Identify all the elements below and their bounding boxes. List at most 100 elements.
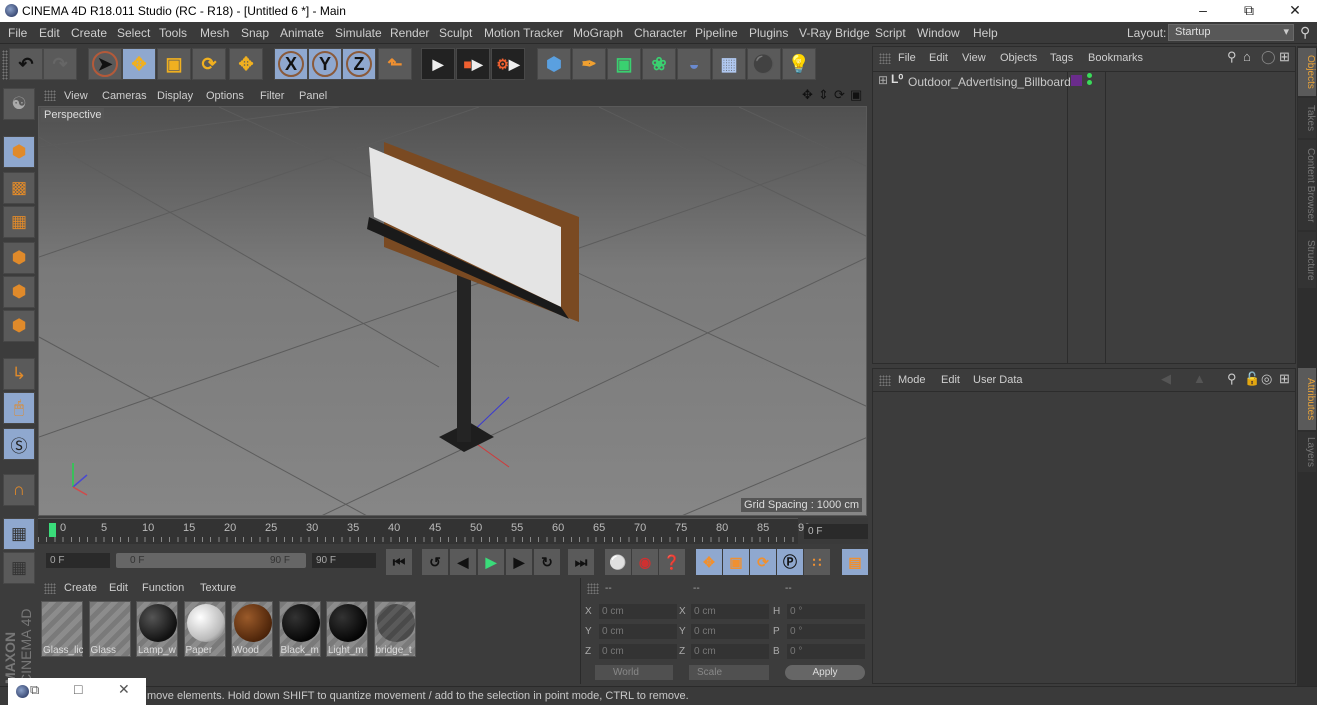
start-frame-field[interactable]: 0 F <box>46 553 110 568</box>
autokeying-icon[interactable]: ◉ <box>632 549 658 575</box>
camera-label[interactable]: Perspective <box>41 108 105 122</box>
timeline-window-icon[interactable]: ▤ <box>842 549 868 575</box>
material-menu-texture[interactable]: Texture <box>200 582 236 594</box>
menu-help[interactable]: Help <box>973 26 998 40</box>
search-icon[interactable]: ⚲ <box>1300 24 1310 41</box>
attributes-new-window-icon[interactable]: ⊞ <box>1279 371 1290 387</box>
coord-value-field[interactable]: 0 ° <box>787 644 865 659</box>
attributes-menu-mode[interactable]: Mode <box>898 374 926 386</box>
object-name[interactable]: Outdoor_Advertising_Billboard <box>908 75 1071 89</box>
restore-button[interactable]: ⧉ <box>1226 0 1272 22</box>
go-to-end-icon[interactable]: ⏭ <box>568 549 594 575</box>
rotate-icon[interactable]: ⟳ <box>192 48 226 80</box>
material-swatch[interactable]: Glass <box>88 601 131 657</box>
viewport-rotate-icon[interactable]: ⟳ <box>834 87 845 103</box>
render-view-icon[interactable]: ▶ <box>421 48 455 80</box>
objects-menu-bookmarks[interactable]: Bookmarks <box>1088 52 1143 64</box>
layout-select[interactable]: Startup <box>1168 24 1294 41</box>
objects-new-window-icon[interactable]: ⊞ <box>1279 49 1290 65</box>
menu-file[interactable]: File <box>8 26 27 40</box>
coordinate-system-icon[interactable]: ⬑ <box>378 48 412 80</box>
material-swatch[interactable]: Black_m <box>278 601 321 657</box>
material-swatch[interactable]: Paper <box>183 601 226 657</box>
menu-script[interactable]: Script <box>875 26 906 40</box>
record-position-icon[interactable]: ✥ <box>696 549 722 575</box>
expand-icon[interactable]: ⊞ <box>878 73 888 87</box>
coord-value-field[interactable]: 0 ° <box>787 624 865 639</box>
snap-icon[interactable]: ∩ <box>3 474 35 506</box>
workplane-mode-icon[interactable]: ▦ <box>3 206 35 238</box>
menu-plugins[interactable]: Plugins <box>749 26 788 40</box>
coord-value-field[interactable]: 0 cm <box>691 644 769 659</box>
timeline-ruler[interactable]: 051015202530354045505560657075808590 0 F <box>38 518 868 544</box>
material-menu-edit[interactable]: Edit <box>109 582 128 594</box>
coord-value-field[interactable]: 0 cm <box>691 624 769 639</box>
deformer-icon[interactable]: ◒ <box>677 48 711 80</box>
objects-grip[interactable] <box>879 53 891 64</box>
menu-render[interactable]: Render <box>390 26 429 40</box>
menu-pipeline[interactable]: Pipeline <box>695 26 738 40</box>
material-swatch[interactable]: Glass_lic <box>41 601 83 657</box>
apply-button[interactable]: Apply <box>785 665 865 680</box>
popup-close-icon[interactable]: ✕ <box>118 681 130 698</box>
model-mode-icon[interactable]: ⬢ <box>3 136 35 168</box>
menu-motion-tracker[interactable]: Motion Tracker <box>484 26 563 40</box>
menu-sculpt[interactable]: Sculpt <box>439 26 472 40</box>
floor-icon[interactable]: ▦ <box>712 48 746 80</box>
record-keys-icon[interactable]: ⚪ <box>605 549 631 575</box>
popup-maximize-icon[interactable]: □ <box>74 681 82 697</box>
viewport-pan-icon[interactable]: ✥ <box>802 87 813 103</box>
objects-menu-view[interactable]: View <box>962 52 986 64</box>
viewport-menu-panel[interactable]: Panel <box>299 90 327 102</box>
attributes-grip[interactable] <box>879 375 891 386</box>
viewport-zoom-icon[interactable]: ⇕ <box>818 87 829 103</box>
subdivision-icon[interactable]: ▣ <box>607 48 641 80</box>
popup-restore-icon[interactable]: ⧉ <box>30 682 39 698</box>
next-frame-icon[interactable]: ▶ <box>506 549 532 575</box>
objects-menu-file[interactable]: File <box>898 52 916 64</box>
objects-menu-edit[interactable]: Edit <box>929 52 948 64</box>
attributes-menu-edit[interactable]: Edit <box>941 374 960 386</box>
minimize-button[interactable]: – <box>1180 0 1226 22</box>
tweak-mode-icon[interactable]: 🖱 <box>3 392 35 424</box>
menu-animate[interactable]: Animate <box>280 26 324 40</box>
next-keyframe-icon[interactable]: ↻ <box>534 549 560 575</box>
menu-vray-bridge[interactable]: V-Ray Bridge <box>799 26 870 40</box>
viewport-menu-cameras[interactable]: Cameras <box>102 90 147 102</box>
record-scale-icon[interactable]: ▣ <box>723 549 749 575</box>
axis-mode-icon[interactable]: ↳ <box>3 358 35 390</box>
objects-menu-tags[interactable]: Tags <box>1050 52 1073 64</box>
live-selection-icon[interactable]: ➤ <box>88 48 122 80</box>
play-icon[interactable]: ▶ <box>478 549 504 575</box>
cube-icon[interactable]: ⬢ <box>537 48 571 80</box>
viewport-grip[interactable] <box>44 90 56 101</box>
record-point-level-icon[interactable]: ∷ <box>804 549 830 575</box>
scale-icon[interactable]: ▣ <box>157 48 191 80</box>
viewport-menu-filter[interactable]: Filter <box>260 90 284 102</box>
pen-icon[interactable]: ✒ <box>572 48 606 80</box>
tab-structure[interactable]: Structure <box>1298 232 1316 288</box>
viewport-menu-options[interactable]: Options <box>206 90 244 102</box>
objects-menu-objects[interactable]: Objects <box>1000 52 1037 64</box>
render-settings-icon[interactable]: ⚙ ▶ <box>491 48 525 80</box>
viewport-menu-view[interactable]: View <box>64 90 88 102</box>
attributes-target-icon[interactable]: ◎ <box>1261 371 1272 387</box>
recent-tool-icon[interactable]: ✥ <box>229 48 263 80</box>
viewport-menu-display[interactable]: Display <box>157 90 193 102</box>
menu-snap[interactable]: Snap <box>241 26 269 40</box>
cloner-icon[interactable]: ❀ <box>642 48 676 80</box>
editor-visibility-dot[interactable] <box>1087 73 1092 78</box>
material-menu-function[interactable]: Function <box>142 582 184 594</box>
attributes-up-icon[interactable]: ▲ <box>1193 371 1206 386</box>
menu-window[interactable]: Window <box>917 26 960 40</box>
undo-icon[interactable]: ↶ <box>9 48 43 80</box>
z-axis-icon[interactable]: Z <box>342 48 376 80</box>
layer-color-swatch[interactable] <box>1071 75 1082 86</box>
coord-value-field[interactable]: 0 cm <box>599 604 677 619</box>
material-swatch[interactable]: Light_m <box>326 601 368 657</box>
coords-grip[interactable] <box>587 583 599 594</box>
attributes-search-icon[interactable]: ⚲ <box>1227 371 1237 387</box>
polygons-mode-icon[interactable]: ⬢ <box>3 310 35 342</box>
move-icon[interactable]: ✥ <box>122 48 156 80</box>
tab-content-browser[interactable]: Content Browser <box>1298 140 1316 230</box>
